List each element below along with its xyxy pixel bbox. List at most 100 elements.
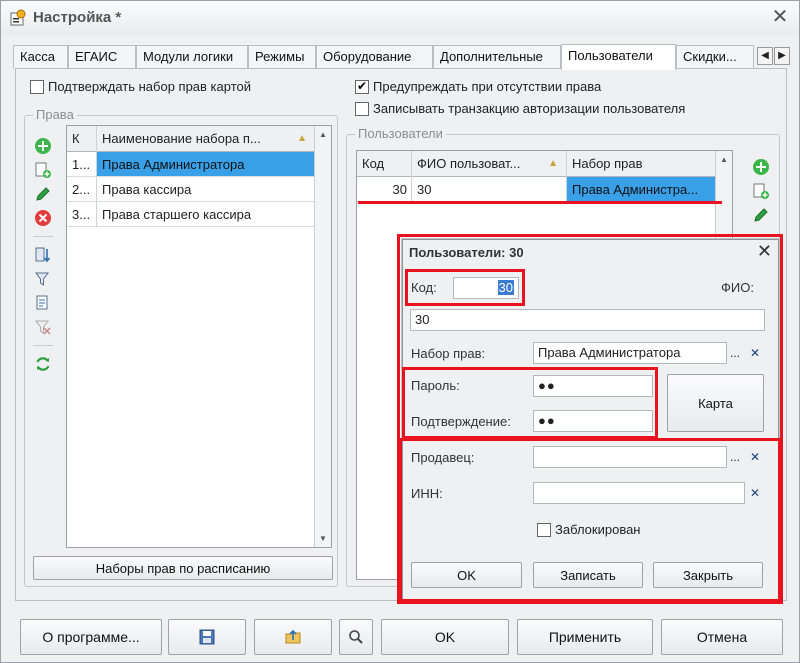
clear-icon[interactable]: ✕ xyxy=(745,483,765,503)
column-header-code[interactable]: К xyxy=(67,126,97,152)
settings-window: Настройка * ✕ Касса ЕГАИС Модули логики … xyxy=(0,0,800,663)
rights-set-input[interactable]: Права Администратора xyxy=(533,342,727,364)
app-icon xyxy=(10,9,26,26)
users-group-title: Пользователи xyxy=(355,126,446,141)
column-header-fio[interactable]: ФИО пользоват... ▲ xyxy=(412,151,567,177)
edit-pencil-icon[interactable] xyxy=(33,184,53,204)
card-button[interactable]: Карта xyxy=(667,374,764,432)
title-bar: Настройка * ✕ xyxy=(1,1,799,35)
copy-icon[interactable] xyxy=(751,181,771,201)
save-disk-button[interactable] xyxy=(168,619,246,655)
clear-filter-icon[interactable] xyxy=(33,317,53,337)
tab-logic-modules[interactable]: Модули логики xyxy=(136,45,248,69)
scroll-up-icon[interactable]: ▲ xyxy=(716,151,732,168)
schedule-rights-button[interactable]: Наборы прав по расписанию xyxy=(33,556,333,580)
column-header-label: Наименование набора п... xyxy=(102,131,261,146)
code-label: Код: xyxy=(411,280,437,295)
fio-label: ФИО: xyxy=(721,280,754,295)
close-button[interactable]: Закрыть xyxy=(653,562,763,588)
tab-modes[interactable]: Режимы xyxy=(248,45,316,69)
column-header-code[interactable]: Код xyxy=(357,151,412,177)
fio-input[interactable]: 30 xyxy=(410,309,765,331)
seller-label: Продавец: xyxy=(411,450,475,465)
add-icon[interactable] xyxy=(33,136,53,156)
checkbox-box[interactable] xyxy=(30,79,44,94)
confirm-rights-by-card-checkbox[interactable]: Подтверждать набор прав картой xyxy=(30,79,251,94)
save-icon xyxy=(199,629,215,645)
checkbox-label: Подтверждать набор прав картой xyxy=(48,79,252,94)
export-button[interactable] xyxy=(254,619,332,655)
column-header-rights-name[interactable]: Наименование набора п... ▲ xyxy=(97,126,316,152)
tab-strip: Касса ЕГАИС Модули логики Режимы Оборудо… xyxy=(13,44,791,70)
choose-button[interactable]: ... xyxy=(725,447,745,467)
sort-indicator-icon: ▲ xyxy=(548,158,558,169)
users-toolbar xyxy=(751,155,771,227)
rights-set-label: Набор прав: xyxy=(411,346,486,361)
edit-pencil-icon[interactable] xyxy=(751,205,771,225)
scroll-down-icon[interactable]: ▼ xyxy=(315,530,331,547)
table-row-name[interactable]: Права кассира xyxy=(97,177,316,202)
rights-table-scrollbar[interactable]: ▲ ▼ xyxy=(314,126,331,547)
tab-scroll-right-icon[interactable]: ▶ xyxy=(774,47,790,65)
warn-missing-rights-checkbox[interactable]: Предупреждать при отсутствии права xyxy=(355,79,601,94)
log-auth-transaction-checkbox[interactable]: Записывать транзакцию авторизации пользо… xyxy=(355,101,685,116)
checkbox-box[interactable] xyxy=(355,79,369,94)
table-row-name[interactable]: Права старшего кассира xyxy=(97,202,316,227)
table-row-code[interactable]: 3... xyxy=(67,202,97,227)
add-icon[interactable] xyxy=(751,157,771,177)
filter-icon[interactable] xyxy=(33,269,53,289)
column-header-rights-set[interactable]: Набор прав xyxy=(567,151,717,177)
checkbox-box[interactable] xyxy=(355,101,369,116)
table-row-code[interactable]: 2... xyxy=(67,177,97,202)
sort-icon[interactable] xyxy=(33,245,53,265)
filter-list-icon[interactable] xyxy=(33,293,53,313)
rights-group-title: Права xyxy=(33,107,77,122)
rights-group: Права К Наименование набора п... ▲ 1... … xyxy=(24,107,338,587)
table-row-code[interactable]: 1... xyxy=(67,152,97,177)
inn-input[interactable] xyxy=(533,482,745,504)
about-button[interactable]: О программе... xyxy=(20,619,162,655)
code-input[interactable]: 30 xyxy=(453,277,519,299)
checkbox-label: Заблокирован xyxy=(555,522,641,537)
refresh-icon[interactable] xyxy=(33,354,53,374)
clear-icon[interactable]: ✕ xyxy=(745,447,765,467)
ok-button[interactable]: OK xyxy=(381,619,509,655)
table-row-rights[interactable]: Права Администра... xyxy=(567,177,717,202)
checkbox-box[interactable] xyxy=(537,522,551,537)
rights-table[interactable]: К Наименование набора п... ▲ 1... Права … xyxy=(66,125,332,548)
blocked-checkbox[interactable]: Заблокирован xyxy=(537,522,640,537)
checkbox-label: Записывать транзакцию авторизации пользо… xyxy=(373,101,686,116)
table-row-name[interactable]: Права Администратора xyxy=(97,152,316,177)
tab-kassa[interactable]: Касса xyxy=(13,45,68,69)
sort-indicator-icon: ▲ xyxy=(297,133,307,144)
scroll-up-icon[interactable]: ▲ xyxy=(315,126,331,143)
save-button[interactable]: Записать xyxy=(533,562,643,588)
seller-input[interactable] xyxy=(533,446,727,468)
search-icon xyxy=(349,630,363,644)
choose-button[interactable]: ... xyxy=(725,343,745,363)
tab-scroll-left-icon[interactable]: ◀ xyxy=(757,47,773,65)
tab-users[interactable]: Пользователи xyxy=(561,44,676,70)
inn-label: ИНН: xyxy=(411,486,443,501)
window-title: Настройка * xyxy=(33,9,122,26)
close-icon[interactable]: ✕ xyxy=(769,6,791,28)
password-input[interactable]: ●● xyxy=(533,375,653,397)
clear-icon[interactable]: ✕ xyxy=(745,343,765,363)
apply-button[interactable]: Применить xyxy=(517,619,653,655)
search-button[interactable] xyxy=(339,619,373,655)
table-row-fio[interactable]: 30 xyxy=(412,177,567,202)
tab-discounts[interactable]: Скидки... xyxy=(676,45,754,69)
user-edit-dialog: Пользователи: 30 ✕ Код: 30 ФИО: 30 Набор… xyxy=(402,239,779,600)
delete-icon[interactable] xyxy=(33,208,53,228)
tab-egais[interactable]: ЕГАИС xyxy=(68,45,136,69)
code-value: 30 xyxy=(497,280,514,295)
copy-icon[interactable] xyxy=(33,160,53,180)
confirm-password-input[interactable]: ●● xyxy=(533,410,653,432)
close-icon[interactable]: ✕ xyxy=(757,241,772,262)
table-row-code[interactable]: 30 xyxy=(357,177,412,202)
tab-equipment[interactable]: Оборудование xyxy=(316,45,433,69)
cancel-button[interactable]: Отмена xyxy=(661,619,783,655)
rights-toolbar xyxy=(33,134,53,376)
tab-additional[interactable]: Дополнительные xyxy=(433,45,561,69)
ok-button[interactable]: OK xyxy=(411,562,522,588)
